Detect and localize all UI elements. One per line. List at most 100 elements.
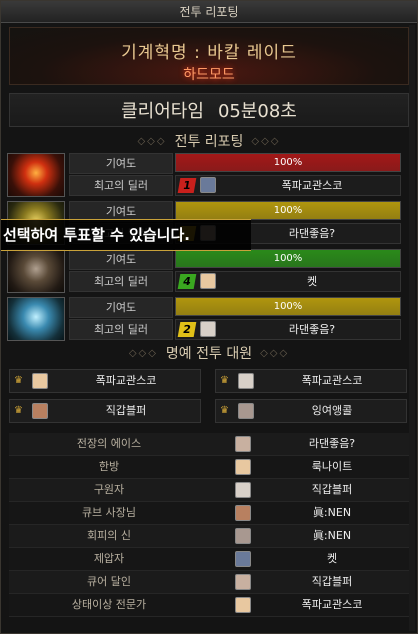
title-name: 전장의 에이스: [76, 437, 142, 450]
honor-member[interactable]: ♛ 직갑블퍼: [9, 399, 201, 423]
member-avatar: [238, 403, 254, 419]
contribution-label: 기여도: [69, 153, 173, 174]
report-section-header: ◇◇◇ 전투 리포팅 ◇◇◇: [9, 131, 409, 151]
title-name: 큐어 달인: [87, 575, 131, 588]
honor-heading: 명예 전투 대원: [165, 346, 253, 362]
contribution-bar: 100%: [175, 201, 401, 220]
member-avatar: [32, 403, 48, 419]
title-name: 제압자: [93, 552, 125, 565]
raid-name: 기계혁명 : 바칼 레이드: [121, 43, 297, 63]
dealer-name: 켓: [306, 275, 318, 288]
contribution-label: 기여도: [69, 249, 173, 270]
title-player: 라댄좋음?: [308, 437, 356, 450]
divider-ornament-left: ◇◇◇: [137, 135, 167, 147]
player-avatar: [235, 574, 251, 590]
boss-report-row: 기여도 100% 최고의 딜러 4 켓: [7, 249, 407, 293]
clear-time-value: 05분08초: [217, 101, 297, 122]
title-row: 전장의 에이스 라댄좋음?: [9, 433, 409, 456]
contribution-value: 100%: [273, 205, 303, 216]
dealer-avatar: [200, 321, 216, 337]
title-row: 구원자 직갑블퍼: [9, 479, 409, 502]
rank-badge: 1: [177, 178, 197, 193]
contribution-bar: 100%: [175, 297, 401, 316]
dealer-avatar: [200, 177, 216, 193]
title-name: 회피의 신: [87, 529, 131, 542]
boss-report-row: 기여도 100% 최고의 딜러 1 폭파교관스코: [7, 153, 407, 197]
honor-member[interactable]: ♛ 폭파교관스코: [9, 369, 201, 393]
dealer-name: 라댄좋음?: [288, 227, 336, 240]
crown-icon: ♛: [14, 375, 23, 386]
title-player: 직갑블퍼: [311, 483, 353, 496]
battle-report-window: 전투 리포팅 기계혁명 : 바칼 레이드 하드모드 클리어타임 05분08초 ◇…: [0, 0, 418, 634]
title-player: 폭파교관스코: [301, 598, 363, 611]
raid-banner: 기계혁명 : 바칼 레이드 하드모드: [9, 27, 409, 85]
title-name: 한방: [98, 460, 120, 473]
crown-icon: ♛: [220, 375, 229, 386]
difficulty-label: 하드모드: [183, 67, 235, 83]
honor-member[interactable]: ♛ 폭파교관스코: [215, 369, 407, 393]
top-dealer-cell[interactable]: 2 라댄좋음?: [175, 319, 401, 340]
contribution-bar: 100%: [175, 249, 401, 268]
title-player: 眞:NEN: [312, 506, 352, 519]
title-row: 큐어 달인 직갑블퍼: [9, 571, 409, 594]
honor-section-header: ◇◇◇ 명예 전투 대원 ◇◇◇: [9, 343, 409, 363]
contribution-bar: 100%: [175, 153, 401, 172]
scrollbar[interactable]: [409, 25, 415, 631]
window-titlebar[interactable]: 전투 리포팅: [1, 1, 417, 23]
title-player: 룩나이트: [311, 460, 353, 473]
vote-prompt-text: 선택하여 투표할 수 있습니다.: [3, 226, 190, 244]
member-name: 잉여앵콜: [311, 404, 353, 417]
player-avatar: [235, 528, 251, 544]
dealer-avatar: [200, 273, 216, 289]
boss-portrait: [7, 249, 65, 293]
dealer-name: 폭파교관스코: [281, 179, 343, 192]
boss-report-row: 기여도 100% 최고의 딜러 2 라댄좋음?: [7, 297, 407, 341]
boss-portrait: [7, 297, 65, 341]
contribution-value: 100%: [273, 157, 303, 168]
top-dealer-label: 최고의 딜러: [69, 319, 173, 340]
member-name: 폭파교관스코: [95, 374, 157, 387]
honor-member[interactable]: ♛ 잉여앵콜: [215, 399, 407, 423]
player-avatar: [235, 597, 251, 613]
divider-ornament-right: ◇◇◇: [251, 135, 281, 147]
honor-members-grid: ♛ 폭파교관스코 ♛ 폭파교관스코 ♛ 직갑블퍼 ♛ 잉여앵콜: [9, 369, 409, 425]
top-dealer-label: 최고의 딜러: [69, 271, 173, 292]
clear-time-panel: 클리어타임 05분08초: [9, 93, 409, 127]
title-player: 직갑블퍼: [311, 575, 353, 588]
title-name: 구원자: [93, 483, 125, 496]
player-avatar: [235, 505, 251, 521]
clear-time-label: 클리어타임: [121, 101, 204, 122]
rank-badge: 2: [177, 322, 197, 337]
top-dealer-label: 최고의 딜러: [69, 175, 173, 196]
crown-icon: ♛: [220, 405, 229, 416]
crown-icon: ♛: [14, 405, 23, 416]
top-dealer-cell[interactable]: 4 켓: [175, 271, 401, 292]
title-name: 큐브 사장님: [81, 506, 137, 519]
title-row: 제압자 켓: [9, 548, 409, 571]
vote-prompt-overlay: 선택하여 투표할 수 있습니다.: [1, 219, 251, 251]
rank-badge: 4: [177, 274, 197, 289]
member-avatar: [32, 373, 48, 389]
dealer-name: 라댄좋음?: [288, 323, 336, 336]
title-player: 켓: [326, 552, 338, 565]
member-name: 폭파교관스코: [301, 374, 363, 387]
player-avatar: [235, 482, 251, 498]
window-title: 전투 리포팅: [179, 5, 239, 19]
title-row: 큐브 사장님 眞:NEN: [9, 502, 409, 525]
divider-ornament-right: ◇◇◇: [260, 347, 290, 359]
contribution-value: 100%: [273, 301, 303, 312]
title-name: 상태이상 전문가: [71, 598, 147, 611]
title-row: 상태이상 전문가 폭파교관스코: [9, 594, 409, 617]
title-award-list: 전장의 에이스 라댄좋음? 한방 룩나이트 구원자 직갑블퍼 큐브 사장님 眞:…: [9, 433, 409, 617]
player-avatar: [235, 551, 251, 567]
boss-portrait: [7, 153, 65, 197]
player-avatar: [235, 459, 251, 475]
contribution-label: 기여도: [69, 297, 173, 318]
title-player: 眞:NEN: [312, 529, 352, 542]
report-heading: 전투 리포팅: [174, 134, 244, 150]
top-dealer-cell[interactable]: 1 폭파교관스코: [175, 175, 401, 196]
player-avatar: [235, 436, 251, 452]
member-name: 직갑블퍼: [105, 404, 147, 417]
title-row: 한방 룩나이트: [9, 456, 409, 479]
contribution-value: 100%: [273, 253, 303, 264]
